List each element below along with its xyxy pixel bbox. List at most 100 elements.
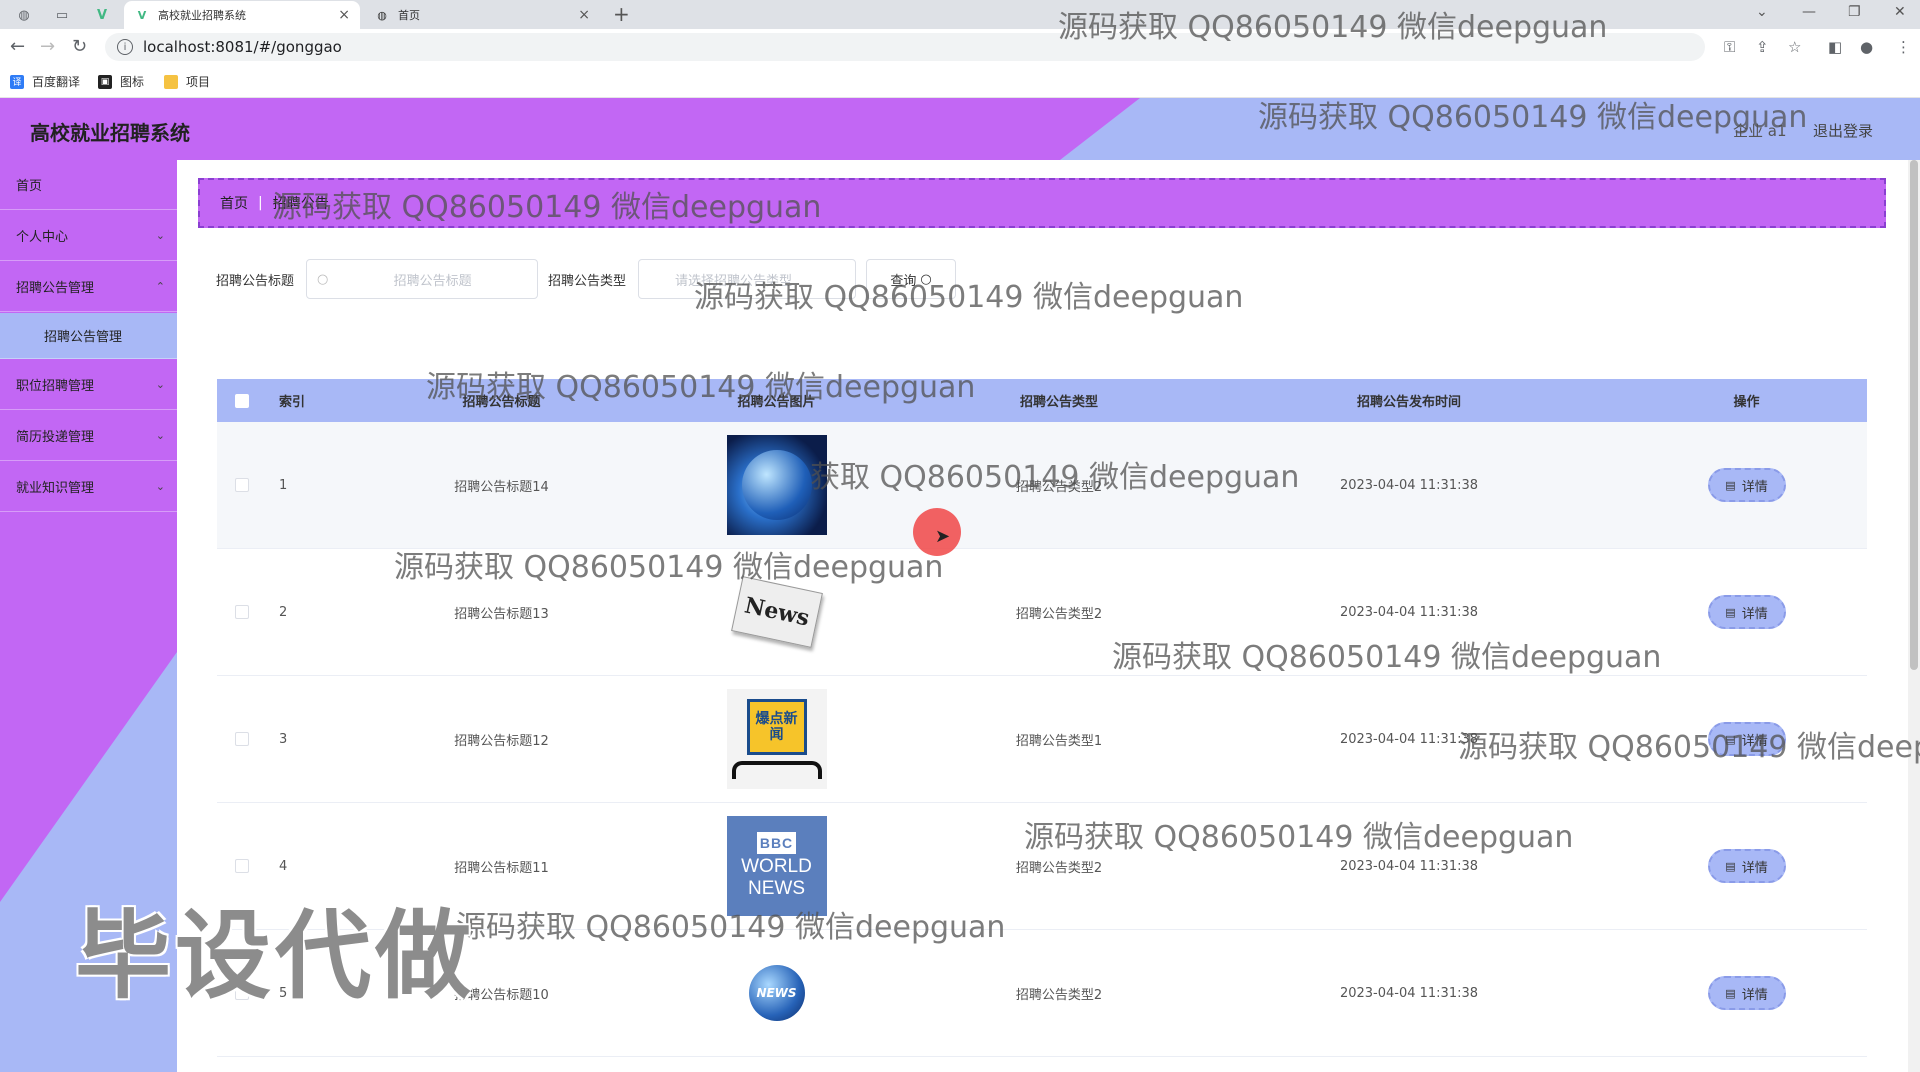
bookmark-icons[interactable]: ▣ 图标 bbox=[98, 73, 144, 90]
detail-button[interactable]: ▤ 详情 bbox=[1707, 849, 1786, 883]
detail-button[interactable]: ▤ 详情 bbox=[1707, 976, 1786, 1010]
row-checkbox-cell bbox=[217, 605, 267, 619]
back-icon[interactable]: ← bbox=[10, 36, 25, 57]
sidebar-item-resume[interactable]: 简历投递管理 ⌄ bbox=[0, 411, 177, 461]
blank-tab-icon[interactable]: ▭ bbox=[48, 4, 76, 26]
sidebar-subitem-notice-manage[interactable]: 招聘公告管理 bbox=[0, 313, 177, 359]
tab-active[interactable]: V 高校就业招聘系统 × bbox=[124, 1, 360, 29]
news-thumbnail[interactable]: NEWS bbox=[726, 943, 827, 1043]
browser-tabbar: ◍ ▭ V V 高校就业招聘系统 × ◍ 首页 × + ⌄ — ❐ ✕ bbox=[0, 0, 1920, 29]
watermark: 源码获取 QQ86050149 微信deepguan bbox=[1112, 640, 1662, 675]
sidebar-item-position[interactable]: 职位招聘管理 ⌄ bbox=[0, 360, 177, 410]
phone-icon bbox=[731, 761, 822, 779]
watermark: 获取 QQ86050149 微信deepguan bbox=[810, 460, 1300, 495]
chevron-down-icon[interactable]: ⌄ bbox=[1756, 4, 1768, 20]
bookmark-label: 图标 bbox=[120, 75, 145, 89]
app-title: 高校就业招聘系统 bbox=[30, 121, 190, 145]
sidebar-item-label: 招聘公告管理 bbox=[16, 281, 95, 296]
chevron-down-icon: ⌄ bbox=[155, 229, 165, 242]
detail-button-label: 详情 bbox=[1741, 987, 1768, 1003]
bbc-logo: BBC bbox=[756, 832, 797, 854]
detail-button-label: 详情 bbox=[1741, 479, 1768, 495]
sidebar-item-notice[interactable]: 招聘公告管理 ⌃ bbox=[0, 262, 177, 312]
globe-icon: ◍ bbox=[377, 8, 387, 22]
detail-button-label: 详情 bbox=[1741, 860, 1768, 876]
vue-icon: V bbox=[137, 8, 147, 22]
restore-icon[interactable]: ❐ bbox=[1848, 4, 1861, 20]
search-title-label: 招聘公告标题 bbox=[216, 273, 295, 289]
select-all-checkbox[interactable] bbox=[235, 393, 249, 408]
more-icon[interactable]: ⋮ bbox=[1896, 38, 1911, 56]
document-icon: ▤ bbox=[1725, 859, 1736, 873]
watermark: 源码获取 QQ86050149 微信deepguan bbox=[426, 370, 976, 405]
page-scrollbar[interactable] bbox=[1908, 160, 1920, 1072]
minimize-icon[interactable]: — bbox=[1802, 4, 1816, 20]
row-checkbox[interactable] bbox=[235, 732, 249, 746]
breadcrumb-separator: | bbox=[258, 195, 263, 211]
row-op-cell: ▤ 详情 bbox=[1629, 468, 1864, 502]
chevron-down-icon: ⌄ bbox=[155, 480, 165, 493]
close-icon[interactable]: × bbox=[338, 7, 350, 23]
row-type: 招聘公告类型2 bbox=[1015, 860, 1103, 876]
watermark: 源码获取 QQ86050149 微信deepguan bbox=[1258, 100, 1808, 135]
address-bar-row: ← → ↻ i localhost:8081/#/gonggao ⚿ ⇪ ☆ ◧… bbox=[0, 29, 1920, 65]
row-op-cell: ▤ 详情 bbox=[1629, 976, 1864, 1010]
reload-icon[interactable]: ↻ bbox=[72, 36, 87, 57]
bookmark-translate[interactable]: 译 百度翻译 bbox=[10, 73, 80, 90]
row-checkbox-cell bbox=[217, 478, 267, 492]
document-icon: ▤ bbox=[1725, 478, 1736, 492]
header-op: 操作 bbox=[1733, 395, 1760, 410]
big-watermark: 毕设代做 bbox=[75, 900, 475, 1012]
sidepanel-icon[interactable]: ◧ bbox=[1828, 38, 1842, 56]
news-thumbnail[interactable]: BBC WORLD NEWS bbox=[726, 816, 827, 916]
forward-icon[interactable]: → bbox=[40, 36, 55, 57]
sidebar-item-label: 首页 bbox=[16, 179, 43, 194]
watermark: 源码获取 QQ86050149 微信deepguan bbox=[272, 190, 822, 225]
detail-button[interactable]: ▤ 详情 bbox=[1707, 468, 1786, 502]
close-icon[interactable]: × bbox=[578, 7, 590, 23]
row-time: 2023-04-04 11:31:38 bbox=[1339, 985, 1479, 1001]
sidebar-item-home[interactable]: 首页 bbox=[0, 160, 177, 210]
row-checkbox[interactable] bbox=[235, 605, 249, 619]
vue-icon[interactable]: V bbox=[88, 4, 116, 26]
watermark: 源码获取 QQ86050149 微信deepguan bbox=[394, 550, 944, 585]
new-tab-button[interactable]: + bbox=[613, 2, 630, 26]
row-time: 2023-04-04 11:31:38 bbox=[1339, 858, 1479, 874]
news-thumbnail[interactable]: 爆点新闻 bbox=[726, 689, 827, 789]
star-icon[interactable]: ☆ bbox=[1788, 38, 1801, 56]
bookmark-project[interactable]: 项目 bbox=[164, 73, 210, 90]
world-news-text: WORLD NEWS bbox=[741, 856, 812, 899]
sidebar-item-profile[interactable]: 个人中心 ⌄ bbox=[0, 211, 177, 261]
globe-icon bbox=[741, 450, 812, 520]
newspaper-image: News bbox=[730, 576, 823, 648]
translate-icon: 译 bbox=[10, 74, 24, 89]
scrollbar-thumb[interactable] bbox=[1910, 160, 1918, 670]
row-image-cell: 爆点新闻 bbox=[624, 689, 929, 789]
search-title-input[interactable]: ○ 招聘公告标题 bbox=[306, 259, 539, 299]
close-window-icon[interactable]: ✕ bbox=[1894, 4, 1906, 20]
url-text: localhost:8081/#/gonggao bbox=[143, 38, 342, 56]
row-time: 2023-04-04 11:31:38 bbox=[1339, 604, 1479, 620]
tab-home[interactable]: ◍ 首页 × bbox=[364, 1, 600, 29]
globe-icon[interactable]: ◍ bbox=[10, 4, 38, 26]
chevron-down-icon: ⌄ bbox=[155, 378, 165, 391]
row-index: 2 bbox=[279, 604, 288, 620]
row-index: 1 bbox=[279, 477, 288, 493]
profile-icon[interactable]: ● bbox=[1860, 38, 1873, 56]
info-icon[interactable]: i bbox=[117, 39, 133, 55]
sidebar-item-label: 职位招聘管理 bbox=[16, 379, 95, 394]
image-icon: ▣ bbox=[98, 74, 112, 89]
row-index: 3 bbox=[279, 731, 288, 747]
detail-button[interactable]: ▤ 详情 bbox=[1707, 595, 1786, 629]
key-icon[interactable]: ⚿ bbox=[1724, 38, 1735, 56]
row-title: 招聘公告标题14 bbox=[454, 479, 549, 495]
share-icon[interactable]: ⇪ bbox=[1756, 38, 1769, 56]
watermark: 源码获取 QQ86050149 微信deepguan bbox=[1024, 820, 1574, 855]
sidebar-item-label: 就业知识管理 bbox=[16, 481, 95, 496]
row-checkbox[interactable] bbox=[235, 859, 249, 873]
watermark: 源码获取 QQ86050149 微信deep bbox=[1458, 730, 1920, 765]
sidebar-item-knowledge[interactable]: 就业知识管理 ⌄ bbox=[0, 462, 177, 512]
breadcrumb-home[interactable]: 首页 bbox=[220, 193, 248, 213]
row-checkbox[interactable] bbox=[235, 478, 249, 492]
logout-button[interactable]: 退出登录 bbox=[1813, 120, 1873, 141]
